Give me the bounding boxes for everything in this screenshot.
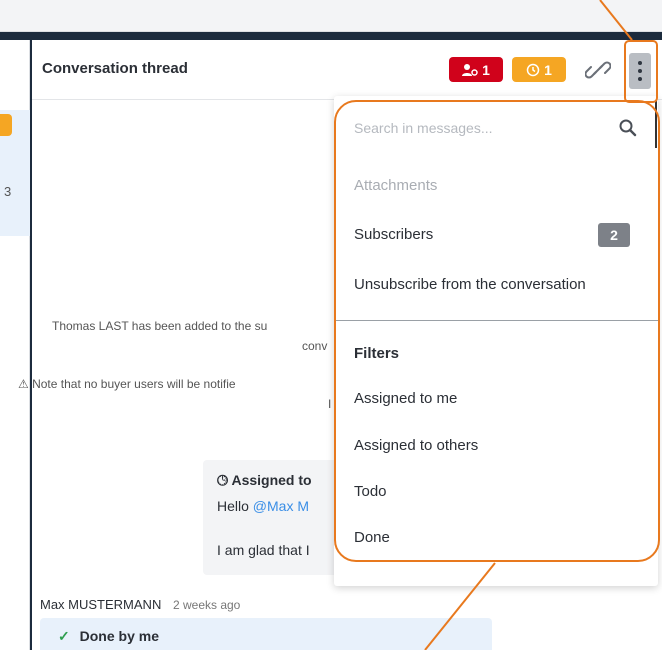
message-line: I am glad that I xyxy=(217,542,310,558)
message-title-text: Assigned to xyxy=(231,472,312,488)
system-message-line: conv xyxy=(302,339,328,353)
panel-header: Conversation thread 1 1 xyxy=(32,40,662,100)
system-message-line: I xyxy=(328,397,332,411)
assignee-badge-count: 1 xyxy=(482,61,490,78)
done-status: ✓ Done by me xyxy=(58,628,159,645)
message-text: Hello xyxy=(217,498,253,514)
conversation-list: 3 xyxy=(0,40,30,650)
done-status-box: ✓ Done by me xyxy=(40,618,492,650)
clock-icon: 🕒︎ xyxy=(217,472,229,488)
system-message-line: Thomas LAST has been added to the su xyxy=(52,319,268,333)
clock-icon xyxy=(526,63,540,76)
system-warning-line: ⚠ Note that no buyer users will be notif… xyxy=(18,377,236,391)
message-title: 🕒︎ Assigned to xyxy=(217,472,312,489)
done-status-text: Done by me xyxy=(79,628,159,644)
top-bar xyxy=(0,0,662,32)
app-window: 3 Conversation thread 1 1 Thomas LAST ha… xyxy=(0,0,662,650)
message-time: 2 weeks ago xyxy=(172,598,241,612)
page-title: Conversation thread xyxy=(42,60,188,77)
pending-badge-count: 1 xyxy=(544,61,552,78)
menu-highlight-outline xyxy=(334,100,660,562)
user-mention[interactable]: @Max M xyxy=(253,498,309,514)
kebab-highlight-outline xyxy=(624,40,658,103)
message-author: Max MUSTERMANN xyxy=(40,597,162,612)
conversation-badge xyxy=(0,114,12,136)
assignee-badge[interactable]: 1 xyxy=(449,57,503,82)
check-icon: ✓ xyxy=(58,628,70,644)
link-icon[interactable] xyxy=(585,57,611,83)
conversation-partial-text: 3 xyxy=(4,184,12,199)
user-assign-icon xyxy=(462,63,478,76)
message-line: Hello @Max M xyxy=(217,498,309,514)
message-author-row: Max MUSTERMANN 2 weeks ago xyxy=(40,597,240,612)
pending-badge[interactable]: 1 xyxy=(512,57,566,82)
